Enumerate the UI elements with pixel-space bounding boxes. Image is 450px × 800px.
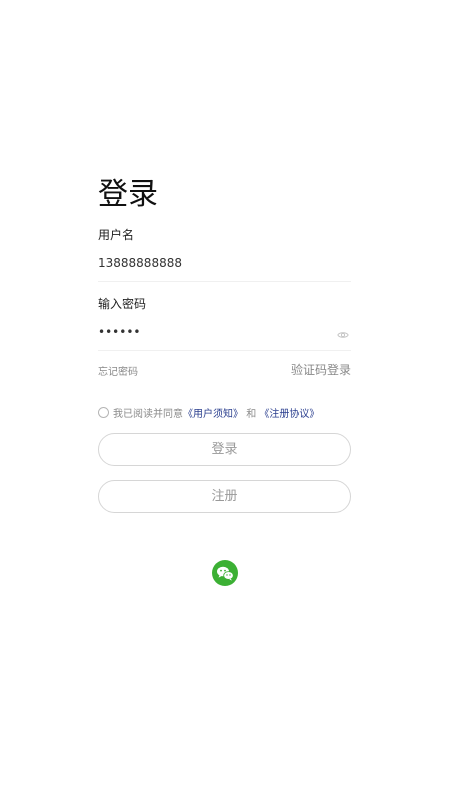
code-login-link[interactable]: 验证码登录	[291, 361, 351, 378]
password-input[interactable]	[98, 320, 328, 344]
agreement-prefix: 我已阅读并同意	[113, 409, 183, 420]
login-button[interactable]: 登录	[98, 433, 351, 466]
username-input[interactable]	[98, 251, 328, 275]
eye-icon[interactable]	[337, 326, 349, 338]
forgot-password-link[interactable]: 忘记密码	[98, 363, 138, 378]
page-title: 登录	[98, 177, 158, 212]
register-button[interactable]: 注册	[98, 480, 351, 513]
username-label: 用户名	[98, 228, 135, 242]
auth-links-row: 忘记密码 验证码登录	[98, 361, 351, 381]
password-label: 输入密码	[98, 297, 147, 311]
password-field-row	[98, 314, 351, 351]
agreement-checkbox[interactable]	[98, 407, 109, 418]
login-page: 登录 用户名 输入密码 忘记密码 验证码登录 我已阅读并同意《用户须知》 和 《…	[0, 0, 450, 800]
agreement-row: 我已阅读并同意《用户须知》 和 《注册协议》	[98, 407, 351, 423]
login-form: 登录 用户名 输入密码 忘记密码 验证码登录 我已阅读并同意《用户须知》 和 《…	[98, 175, 351, 513]
register-agreement-link[interactable]: 《注册协议》	[259, 409, 319, 420]
wechat-icon[interactable]	[212, 560, 238, 586]
agreement-and: 和	[246, 409, 257, 420]
user-notice-link[interactable]: 《用户须知》	[183, 409, 243, 420]
username-field-row	[98, 245, 351, 282]
